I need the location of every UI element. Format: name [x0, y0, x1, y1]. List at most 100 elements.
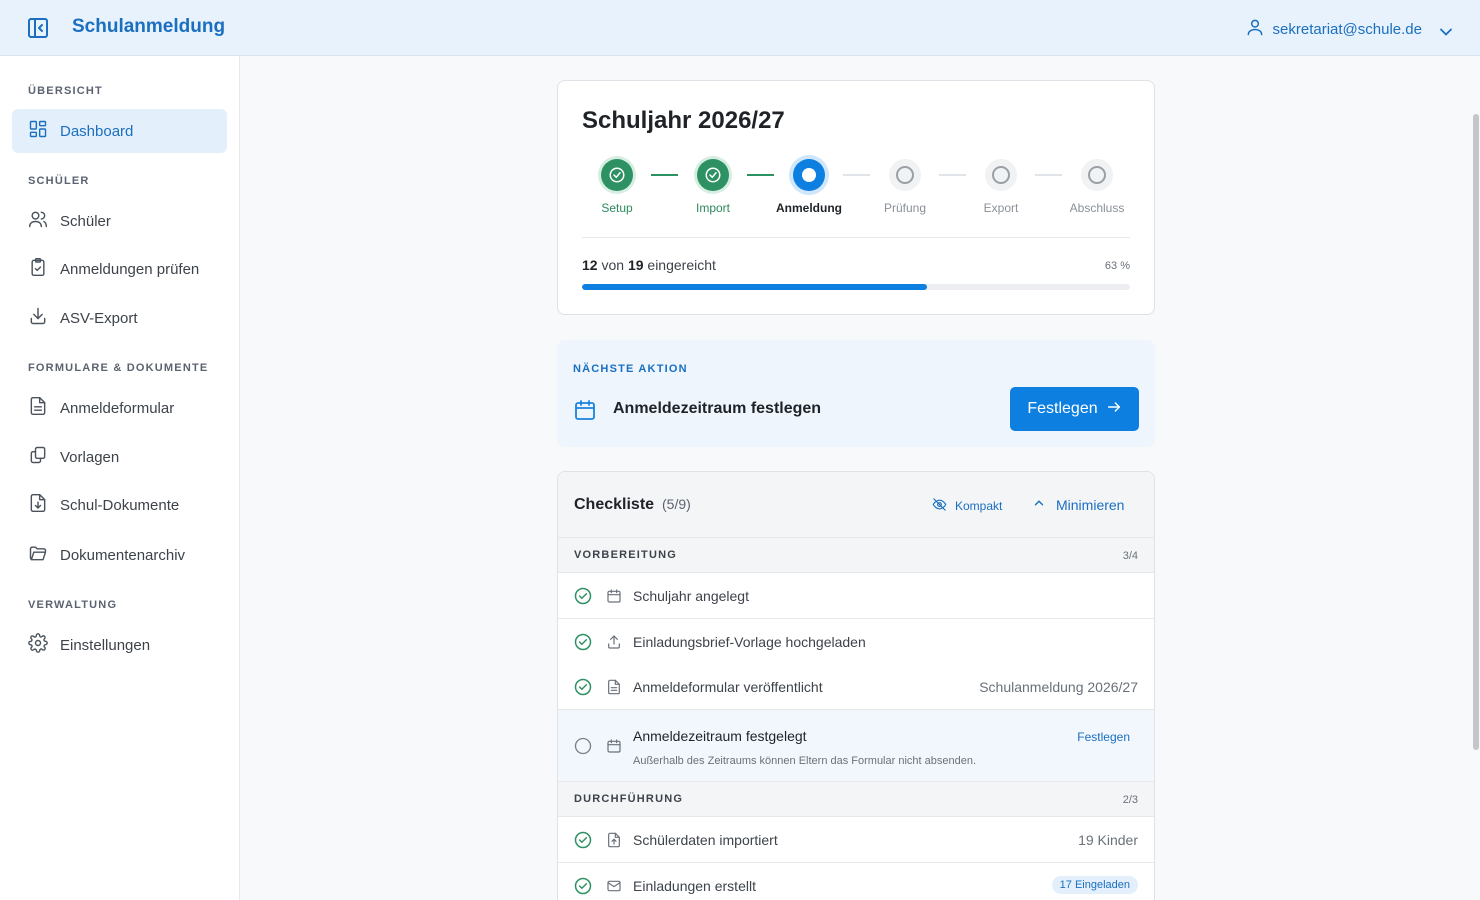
sidebar-collapse-icon[interactable] — [26, 16, 50, 40]
next-action-title: Anmeldezeitraum festlegen — [613, 400, 822, 417]
button-label: Festlegen — [1027, 400, 1098, 417]
item-label: Einladungsbrief-Vorlage hochgeladen — [633, 634, 866, 650]
check-circle-icon — [574, 633, 592, 651]
sidebar-item-anmeldungen-pruefen[interactable]: Anmeldungen prüfen — [12, 247, 227, 291]
checklist-group-durchfuehrung: DURCHFÜHRUNG 2/3 — [558, 782, 1154, 817]
check-circle-icon — [574, 678, 592, 696]
group-title: DURCHFÜHRUNG — [574, 793, 684, 805]
sidebar-item-dokumentenarchiv[interactable]: Dokumentenarchiv — [12, 533, 227, 577]
check-circle-icon — [574, 877, 592, 895]
sidebar-item-schueler[interactable]: Schüler — [12, 199, 227, 243]
step-setup: Setup — [577, 159, 657, 215]
pending-step-icon — [889, 159, 921, 191]
sidebar-item-label: Dokumentenarchiv — [60, 546, 186, 564]
item-label: Schülerdaten importiert — [633, 832, 778, 848]
sidebar-item-label: Anmeldeformular — [60, 399, 175, 417]
sidebar-item-label: Schul-Dokumente — [60, 496, 180, 514]
step-export: Export — [961, 159, 1041, 215]
scrollbar[interactable] — [1472, 56, 1480, 900]
step-label: Anmeldung — [776, 201, 842, 215]
step-abschluss: Abschluss — [1057, 159, 1137, 215]
group-title: VORBEREITUNG — [574, 549, 678, 561]
eye-off-icon — [932, 497, 947, 515]
mail-icon — [606, 878, 622, 894]
submission-progress-text: 12 von 19 eingereicht — [582, 257, 716, 273]
scrollbar-thumb[interactable] — [1473, 114, 1479, 750]
pending-step-icon — [985, 159, 1017, 191]
app-title: Schulanmeldung — [72, 16, 226, 37]
check-icon — [601, 159, 633, 191]
status-badge: 17 Eingeladen — [1051, 876, 1138, 894]
checklist-group-vorbereitung: VORBEREITUNG 3/4 — [558, 538, 1154, 573]
compact-toggle[interactable]: Kompakt — [932, 497, 1002, 515]
chevron-up-icon — [1032, 496, 1046, 513]
checklist-item[interactable]: Schülerdaten importiert 19 Kinder — [558, 817, 1154, 863]
school-year-title: Schuljahr 2026/27 — [582, 107, 785, 134]
compact-label: Kompakt — [955, 499, 1003, 513]
user-menu[interactable]: sekretariat@schule.de — [1245, 17, 1452, 41]
item-detail: 19 Kinder — [1078, 832, 1138, 848]
checklist-item[interactable]: Schuljahr angelegt — [558, 573, 1154, 619]
chevron-down-icon — [1436, 22, 1452, 36]
calendar-icon — [606, 588, 622, 604]
top-bar: Schulanmeldung sekretariat@schule.de — [0, 0, 1480, 56]
sidebar-item-anmeldeformular[interactable]: Anmeldeformular — [12, 386, 227, 430]
empty-circle-icon — [574, 737, 592, 755]
sidebar-item-asv-export[interactable]: ASV-Export — [12, 296, 227, 340]
checklist-item-open[interactable]: Anmeldezeitraum festgelegt Außerhalb des… — [558, 710, 1154, 782]
calendar-icon — [573, 398, 597, 422]
item-description: Außerhalb des Zeitraums können Eltern da… — [633, 755, 977, 767]
group-count: 2/3 — [1122, 794, 1138, 806]
check-icon — [697, 159, 729, 191]
item-label: Anmeldeformular veröffentlicht — [633, 679, 823, 695]
festlegen-link[interactable]: Festlegen — [1077, 730, 1130, 744]
progress-percent: 63 % — [1104, 260, 1130, 272]
check-circle-icon — [574, 831, 592, 849]
school-year-card: Schuljahr 2026/27 Setup Import Anmeldung… — [557, 80, 1155, 315]
next-action-card: NÄCHSTE AKTION Anmeldezeitraum festlegen… — [557, 340, 1155, 447]
item-label: Anmeldezeitraum festgelegt — [633, 728, 807, 744]
checklist-item[interactable]: Einladungsbrief-Vorlage hochgeladen — [558, 619, 1154, 665]
checklist-title: Checkliste — [574, 496, 655, 513]
minimize-button[interactable]: Minimieren — [1032, 496, 1124, 513]
sidebar-section-title: ÜBERSICHT — [28, 85, 103, 97]
divider — [582, 237, 1130, 238]
arrow-right-icon — [1106, 399, 1122, 420]
checklist-card: Checkliste (5/9) Kompakt Minimieren VORB… — [557, 471, 1155, 900]
sidebar-item-label: Dashboard — [60, 122, 134, 140]
progress-bar — [582, 284, 1130, 290]
sidebar-item-vorlagen[interactable]: Vorlagen — [12, 435, 227, 479]
step-label: Setup — [601, 201, 633, 215]
item-label: Einladungen erstellt — [633, 878, 756, 894]
festlegen-button[interactable]: Festlegen — [1010, 387, 1139, 431]
step-label: Import — [695, 201, 730, 215]
checklist-item[interactable]: Anmeldeformular veröffentlicht Schulanme… — [558, 664, 1154, 710]
sidebar-item-einstellungen[interactable]: Einstellungen — [12, 623, 227, 667]
check-circle-icon — [574, 587, 592, 605]
sidebar-item-label: Schüler — [60, 212, 111, 230]
file-download-icon — [28, 493, 60, 517]
sidebar-section-title: SCHÜLER — [28, 175, 90, 187]
sidebar-item-dashboard[interactable]: Dashboard — [12, 109, 227, 153]
checklist-header: Checkliste (5/9) Kompakt Minimieren — [558, 472, 1154, 538]
step-label: Export — [983, 201, 1019, 215]
current-step-icon — [793, 159, 825, 191]
pending-step-icon — [1081, 159, 1113, 191]
folder-open-icon — [28, 543, 60, 567]
download-icon — [28, 306, 60, 330]
step-import: Import — [673, 159, 753, 215]
copy-icon — [28, 445, 60, 469]
sidebar-section-title: VERWALTUNG — [28, 599, 118, 611]
item-detail: Schulanmeldung 2026/27 — [979, 679, 1138, 695]
document-icon — [606, 679, 622, 695]
checklist-item[interactable]: Einladungen erstellt 17 Eingeladen — [558, 863, 1154, 900]
step-anmeldung: Anmeldung — [769, 159, 849, 215]
step-pruefung: Prüfung — [865, 159, 945, 215]
sidebar-item-label: Einstellungen — [60, 636, 151, 654]
group-count: 3/4 — [1122, 550, 1138, 562]
file-text-icon — [28, 396, 60, 420]
sidebar: ÜBERSICHT Dashboard SCHÜLER Schüler Anme… — [0, 56, 240, 900]
clipboard-check-icon — [28, 257, 60, 281]
sidebar-item-schul-dokumente[interactable]: Schul-Dokumente — [12, 483, 227, 527]
dashboard-icon — [28, 119, 60, 143]
